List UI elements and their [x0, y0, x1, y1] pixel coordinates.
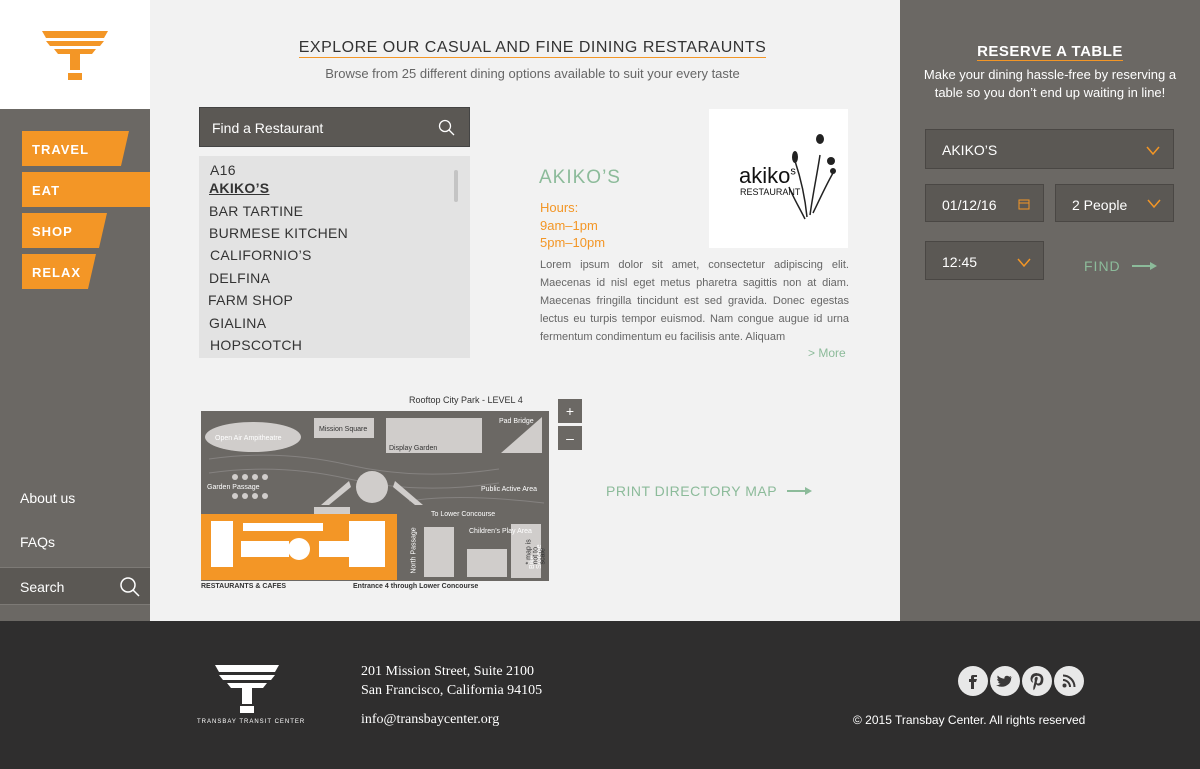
search-icon[interactable]	[119, 576, 141, 598]
print-map-link[interactable]: PRINT DIRECTORY MAP	[606, 483, 813, 499]
time-value: 12:45	[942, 254, 978, 270]
main-content: EXPLORE OUR CASUAL AND FINE DINING RESTA…	[150, 0, 900, 621]
nav-travel[interactable]: TRAVEL	[22, 131, 129, 166]
address-line: San Francisco, California 94105	[361, 683, 543, 698]
map-label: Display Garden	[389, 445, 437, 452]
footer-logo[interactable]: TRANSBAY TRANSIT CENTER	[197, 661, 304, 731]
restaurant-logo: akikos RESTAURANT	[709, 109, 848, 248]
calendar-icon[interactable]	[1018, 198, 1030, 210]
hours-label: Hours:	[540, 200, 579, 215]
about-link[interactable]: About us	[20, 490, 75, 506]
sidebar-search-label: Search	[20, 579, 65, 595]
date-value: 01/12/16	[942, 197, 997, 213]
pinterest-icon[interactable]	[1022, 666, 1052, 696]
rss-icon[interactable]	[1054, 666, 1084, 696]
arrow-right-icon	[787, 487, 813, 495]
date-field[interactable]: 01/12/16	[925, 184, 1044, 222]
faqs-link[interactable]: FAQs	[20, 534, 55, 550]
chevron-down-icon	[1146, 146, 1160, 156]
nav-relax[interactable]: RELAX	[22, 254, 96, 289]
logo[interactable]	[0, 0, 150, 109]
list-item[interactable]: BURMESE KITCHEN	[209, 225, 348, 241]
copyright: © 2015 Transbay Center. All rights reser…	[853, 713, 1086, 727]
twitter-icon[interactable]	[990, 666, 1020, 696]
map-label: North Passage	[410, 527, 418, 574]
party-size-value: 2 People	[1072, 197, 1128, 213]
logo-icon	[42, 31, 108, 80]
search-icon[interactable]	[438, 119, 456, 137]
map-zoom-out[interactable]: –	[558, 426, 582, 450]
list-item[interactable]: AKIKO’S	[209, 180, 269, 196]
map-label: Open Air Ampitheatre	[215, 435, 282, 442]
list-item[interactable]: DELFINA	[209, 270, 270, 286]
map-label: Mission Square	[319, 426, 367, 433]
restaurant-search-input[interactable]: Find a Restaurant	[199, 107, 470, 147]
find-button[interactable]: FIND	[1084, 258, 1158, 274]
map-label: Garden Passage	[207, 484, 260, 491]
reserve-title: RESERVE A TABLE	[977, 43, 1123, 61]
map-label: * map is not to scale	[525, 539, 547, 565]
sidebar: TRAVEL EAT SHOP RELAX About us FAQs Sear…	[0, 0, 150, 621]
facebook-icon[interactable]	[958, 666, 988, 696]
hours-line: 5pm–10pm	[540, 235, 606, 250]
address-line: 201 Mission Street, Suite 2100	[361, 664, 535, 679]
map-label: RESTAURANTS & CAFES	[201, 583, 287, 590]
footer: TRANSBAY TRANSIT CENTER 201 Mission Stre…	[0, 621, 1200, 769]
party-size-select[interactable]: 2 People	[1055, 184, 1174, 222]
list-scrollbar[interactable]	[454, 170, 458, 202]
logo-icon	[215, 665, 279, 713]
list-item[interactable]: FARM SHOP	[208, 292, 293, 308]
time-select[interactable]: 12:45	[925, 241, 1044, 280]
list-item[interactable]: A16	[210, 162, 236, 178]
page-subtitle: Browse from 25 different dining options …	[325, 66, 740, 81]
footer-logo-text: TRANSBAY TRANSIT CENTER	[197, 719, 306, 725]
chevron-down-icon	[1147, 199, 1161, 209]
restaurant-description: Lorem ipsum dolor sit amet, consectetur …	[540, 259, 849, 343]
arrow-right-icon	[1131, 262, 1157, 270]
restaurant-select[interactable]: AKIKO’S	[925, 129, 1174, 169]
nav-eat[interactable]: EAT	[22, 172, 162, 207]
restaurant-name: AKIKO’S	[539, 167, 621, 188]
map-title: Rooftop City Park - LEVEL 4	[409, 395, 523, 405]
map-label: Children’s Play Area	[469, 528, 532, 535]
list-item[interactable]: BAR TARTINE	[209, 203, 303, 219]
list-item[interactable]: HOPSCOTCH	[210, 337, 302, 353]
list-item[interactable]: GIALINA	[209, 315, 266, 331]
restaurant-select-value: AKIKO’S	[942, 142, 998, 158]
restaurant-search-placeholder: Find a Restaurant	[212, 120, 324, 136]
list-item[interactable]: CALIFORNIO’S	[210, 247, 312, 263]
restaurant-list[interactable]: A16 AKIKO’S BAR TARTINE BURMESE KITCHEN …	[199, 156, 470, 358]
map-label: To Lower Concourse	[431, 511, 495, 518]
nav-shop[interactable]: SHOP	[22, 213, 107, 248]
email-link[interactable]: info@transbaycenter.org	[361, 712, 499, 728]
more-link[interactable]: > More	[808, 346, 846, 360]
map-label: Pad Bridge	[499, 418, 534, 425]
logo-subtext: RESTAURANT	[740, 187, 801, 197]
directory-map[interactable]: Open Air Ampitheatre Mission Square Disp…	[199, 409, 551, 590]
sidebar-search[interactable]: Search	[0, 567, 150, 605]
map-label: Public Active Area	[481, 486, 537, 493]
reserve-description: Make your dining hassle-free by reservin…	[923, 67, 1177, 100]
page-title: EXPLORE OUR CASUAL AND FINE DINING RESTA…	[298, 39, 767, 58]
map-zoom-in[interactable]: +	[558, 399, 582, 423]
logo-text: akikos	[739, 163, 796, 188]
chevron-down-icon	[1017, 258, 1031, 268]
map-label: Entrance 4 through Lower Concourse	[353, 583, 479, 590]
reserve-panel: RESERVE A TABLE Make your dining hassle-…	[900, 0, 1200, 621]
hours-line: 9am–1pm	[540, 218, 598, 233]
